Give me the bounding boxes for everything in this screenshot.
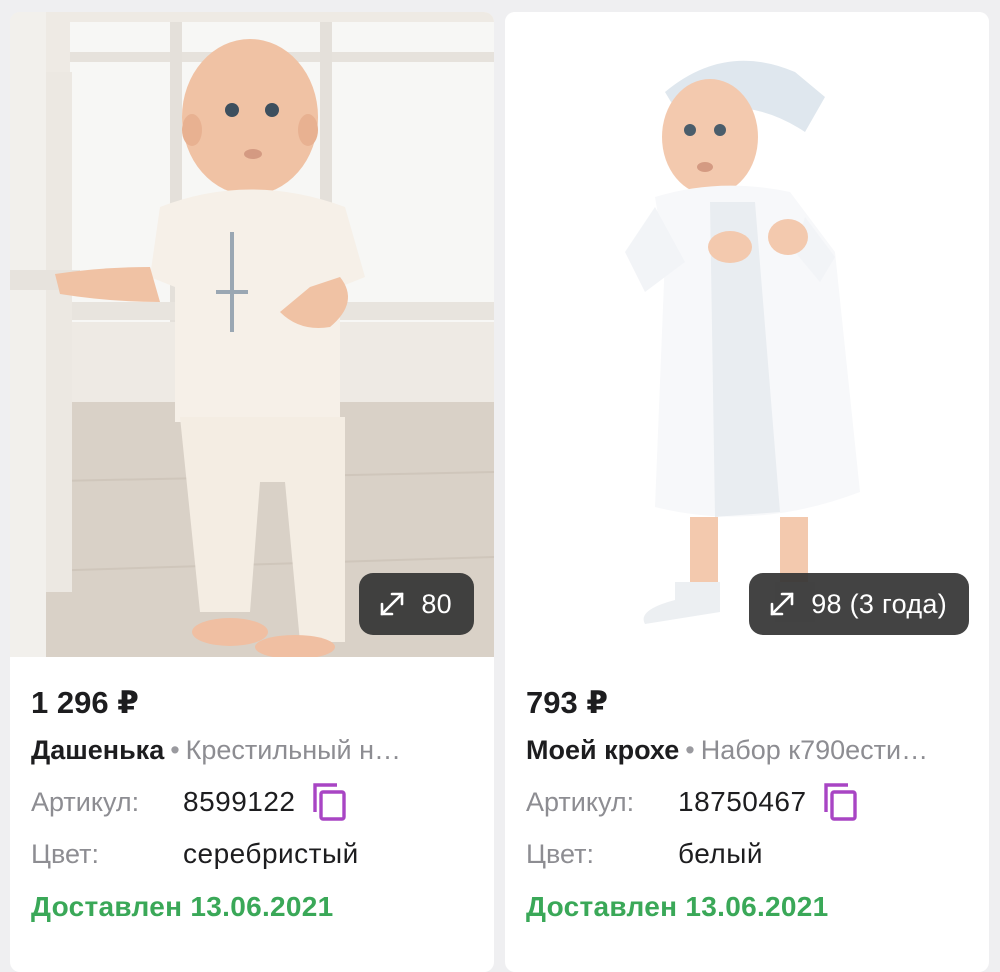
color-value: серебристый xyxy=(183,838,359,869)
article-value: 18750467 xyxy=(678,786,807,817)
product-card[interactable]: 80 1 296 ₽ Дашенька • Крестильный н… Артик… xyxy=(10,12,494,972)
size-badge: 98 (3 года) xyxy=(749,573,969,635)
brand-name: Моей крохе xyxy=(526,735,680,765)
product-price: 1 296 ₽ xyxy=(31,685,139,720)
size-label: 98 (3 года) xyxy=(811,588,947,619)
product-name: Набор к790ести… xyxy=(700,735,929,765)
expand-arrows-icon xyxy=(770,592,794,616)
color-label: Цвет: xyxy=(526,838,595,869)
product-name: Крестильный н… xyxy=(185,735,402,765)
product-title[interactable]: Моей крохе • Набор к790ести… xyxy=(526,731,969,769)
color-row: Цвет: белый xyxy=(526,835,969,873)
expand-arrows-icon xyxy=(381,592,404,616)
delivery-status: Доставлен 13.06.2021 xyxy=(31,891,334,922)
product-info: 1 296 ₽ Дашенька • Крестильный н… Артикул:… xyxy=(10,657,494,923)
article-value: 8599122 xyxy=(183,786,296,817)
color-label: Цвет: xyxy=(31,838,100,869)
article-label: Артикул: xyxy=(31,786,140,817)
color-row: Цвет: серебристый xyxy=(31,835,474,873)
product-photo[interactable]: 80 xyxy=(10,12,494,657)
product-grid: 80 1 296 ₽ Дашенька • Крестильный н… Артик… xyxy=(0,0,1000,972)
size-label: 80 xyxy=(421,588,452,619)
product-title[interactable]: Дашенька • Крестильный н… xyxy=(31,731,474,769)
product-card[interactable]: 98 (3 года) 793 ₽ Моей крохе • Набор к790е… xyxy=(505,12,989,972)
title-separator: • xyxy=(170,735,180,765)
color-value: белый xyxy=(678,838,763,869)
product-photo[interactable]: 98 (3 года) xyxy=(505,12,989,657)
size-badge: 80 xyxy=(359,573,474,635)
delivery-status: Доставлен 13.06.2021 xyxy=(526,891,829,922)
article-label: Артикул: xyxy=(526,786,635,817)
product-info: 793 ₽ Моей крохе • Набор к790ести… Артикул… xyxy=(505,657,989,923)
brand-name: Дашенька xyxy=(31,735,165,765)
copy-icon[interactable] xyxy=(310,782,348,822)
product-price: 793 ₽ xyxy=(526,685,608,720)
baby-girl-photo xyxy=(505,12,989,657)
title-separator: • xyxy=(685,735,695,765)
article-row: Артикул: 18750467 xyxy=(526,783,969,821)
baby-boy-photo xyxy=(10,12,494,657)
article-row: Артикул: 8599122 xyxy=(31,783,474,821)
copy-icon[interactable] xyxy=(821,782,859,822)
